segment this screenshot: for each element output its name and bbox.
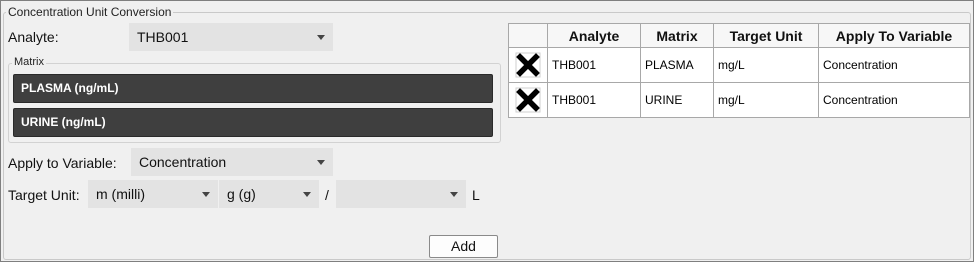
chevron-down-icon (303, 192, 311, 197)
chevron-down-icon (317, 160, 325, 165)
unit-mass-value: g (g) (227, 186, 256, 202)
table-row[interactable]: THB001 URINE mg/L Concentration (508, 82, 970, 118)
cell-apply-variable: Concentration (818, 47, 970, 83)
cell-matrix: PLASMA (640, 47, 714, 83)
chevron-down-icon (317, 35, 325, 40)
table-row[interactable]: THB001 PLASMA mg/L Concentration (508, 47, 970, 83)
column-header-matrix[interactable]: Matrix (640, 23, 714, 48)
add-button[interactable]: Add (429, 235, 498, 258)
cell-analyte: THB001 (547, 82, 641, 118)
unit-prefix-select[interactable]: m (milli) (88, 180, 218, 208)
cell-analyte: THB001 (547, 47, 641, 83)
column-header-delete (508, 23, 548, 48)
analyte-label: Analyte: (8, 29, 59, 45)
delete-x-icon[interactable] (515, 87, 541, 113)
cell-target-unit: mg/L (713, 47, 819, 83)
column-header-analyte[interactable]: Analyte (547, 23, 641, 48)
chevron-down-icon (450, 192, 458, 197)
target-unit-label: Target Unit: (8, 187, 80, 203)
volume-unit-label: L (472, 187, 480, 203)
apply-variable-label: Apply to Variable: (8, 155, 117, 171)
apply-variable-select[interactable]: Concentration (131, 148, 333, 176)
delete-cell[interactable] (508, 47, 548, 83)
group-title: Concentration Unit Conversion (6, 5, 174, 19)
delete-cell[interactable] (508, 82, 548, 118)
conversion-panel: Concentration Unit Conversion Analyte: T… (0, 0, 974, 262)
conversion-table: Analyte Matrix Target Unit Apply To Vari… (508, 23, 970, 118)
matrix-item-plasma[interactable]: PLASMA (ng/mL) (13, 74, 493, 103)
column-header-apply-variable[interactable]: Apply To Variable (818, 23, 970, 48)
unit-separator: / (325, 187, 329, 203)
cell-matrix: URINE (640, 82, 714, 118)
cell-apply-variable: Concentration (818, 82, 970, 118)
chevron-down-icon (202, 192, 210, 197)
cell-target-unit: mg/L (713, 82, 819, 118)
matrix-title: Matrix (12, 56, 46, 68)
analyte-select[interactable]: THB001 (129, 23, 333, 51)
unit-denominator-select[interactable] (336, 180, 466, 208)
table-header-row: Analyte Matrix Target Unit Apply To Vari… (508, 23, 970, 48)
unit-mass-select[interactable]: g (g) (219, 180, 319, 208)
matrix-item-urine[interactable]: URINE (ng/mL) (13, 108, 493, 137)
unit-prefix-value: m (milli) (96, 186, 145, 202)
apply-variable-value: Concentration (139, 154, 227, 170)
delete-x-icon[interactable] (515, 52, 541, 78)
analyte-value: THB001 (137, 29, 189, 45)
column-header-target-unit[interactable]: Target Unit (713, 23, 819, 48)
